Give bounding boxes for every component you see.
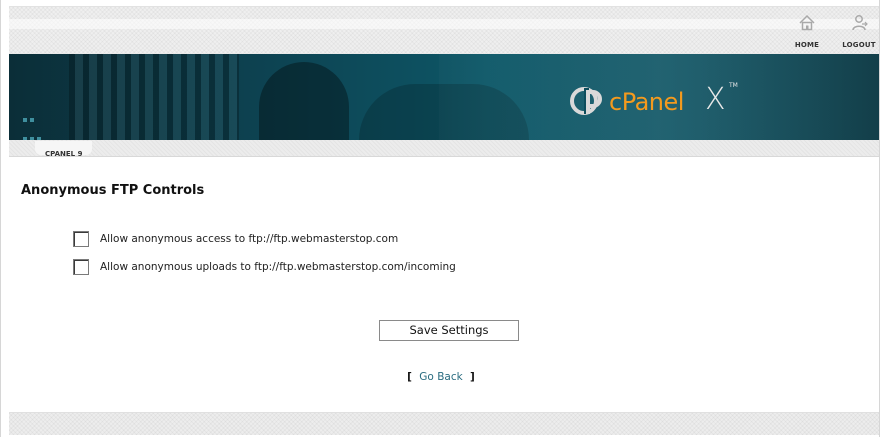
breadcrumb-label: CPANEL 9: [45, 150, 83, 158]
anonymous-uploads-label: Allow anonymous uploads to ftp://ftp.web…: [100, 261, 456, 273]
cpanel-logo-icon: [570, 87, 602, 115]
page-frame: HOME LOGOUT cPanel X TM CPANEL 9 Anonymo…: [0, 0, 880, 437]
banner-graphic-servers: [69, 54, 239, 140]
home-icon: [799, 14, 815, 31]
home-label: HOME: [794, 41, 820, 49]
logout-label: LOGOUT: [842, 41, 876, 49]
header-banner: cPanel X TM: [9, 54, 879, 140]
breadcrumb-bar: CPANEL 9: [9, 140, 879, 158]
logo-version-mark: X: [705, 82, 726, 117]
logout-link[interactable]: LOGOUT: [833, 13, 880, 49]
banner-graphic-figure: [259, 62, 349, 140]
footer-bar: [9, 412, 879, 435]
home-link[interactable]: HOME: [781, 13, 833, 49]
anonymous-access-label: Allow anonymous access to ftp://ftp.webm…: [100, 233, 399, 245]
cpanel-logo: cPanel X TM: [569, 82, 799, 122]
page-title: Anonymous FTP Controls: [21, 183, 205, 198]
breadcrumb[interactable]: CPANEL 9: [35, 141, 93, 158]
top-bar: HOME LOGOUT: [9, 6, 879, 55]
anonymous-access-checkbox[interactable]: [73, 231, 89, 247]
go-back-nav: [ Go Back ]: [1, 371, 880, 383]
go-back-close-bracket: ]: [470, 371, 475, 383]
anonymous-uploads-checkbox[interactable]: [73, 259, 89, 275]
save-settings-button[interactable]: Save Settings: [379, 320, 519, 341]
logout-icon: [852, 15, 868, 31]
go-back-link[interactable]: Go Back: [415, 371, 466, 383]
top-bar-highlight: [9, 19, 879, 29]
logo-trademark: TM: [729, 82, 738, 89]
logo-brand-text: cPanel: [609, 88, 684, 116]
go-back-open-bracket: [: [407, 371, 412, 383]
banner-dots: [23, 110, 44, 140]
